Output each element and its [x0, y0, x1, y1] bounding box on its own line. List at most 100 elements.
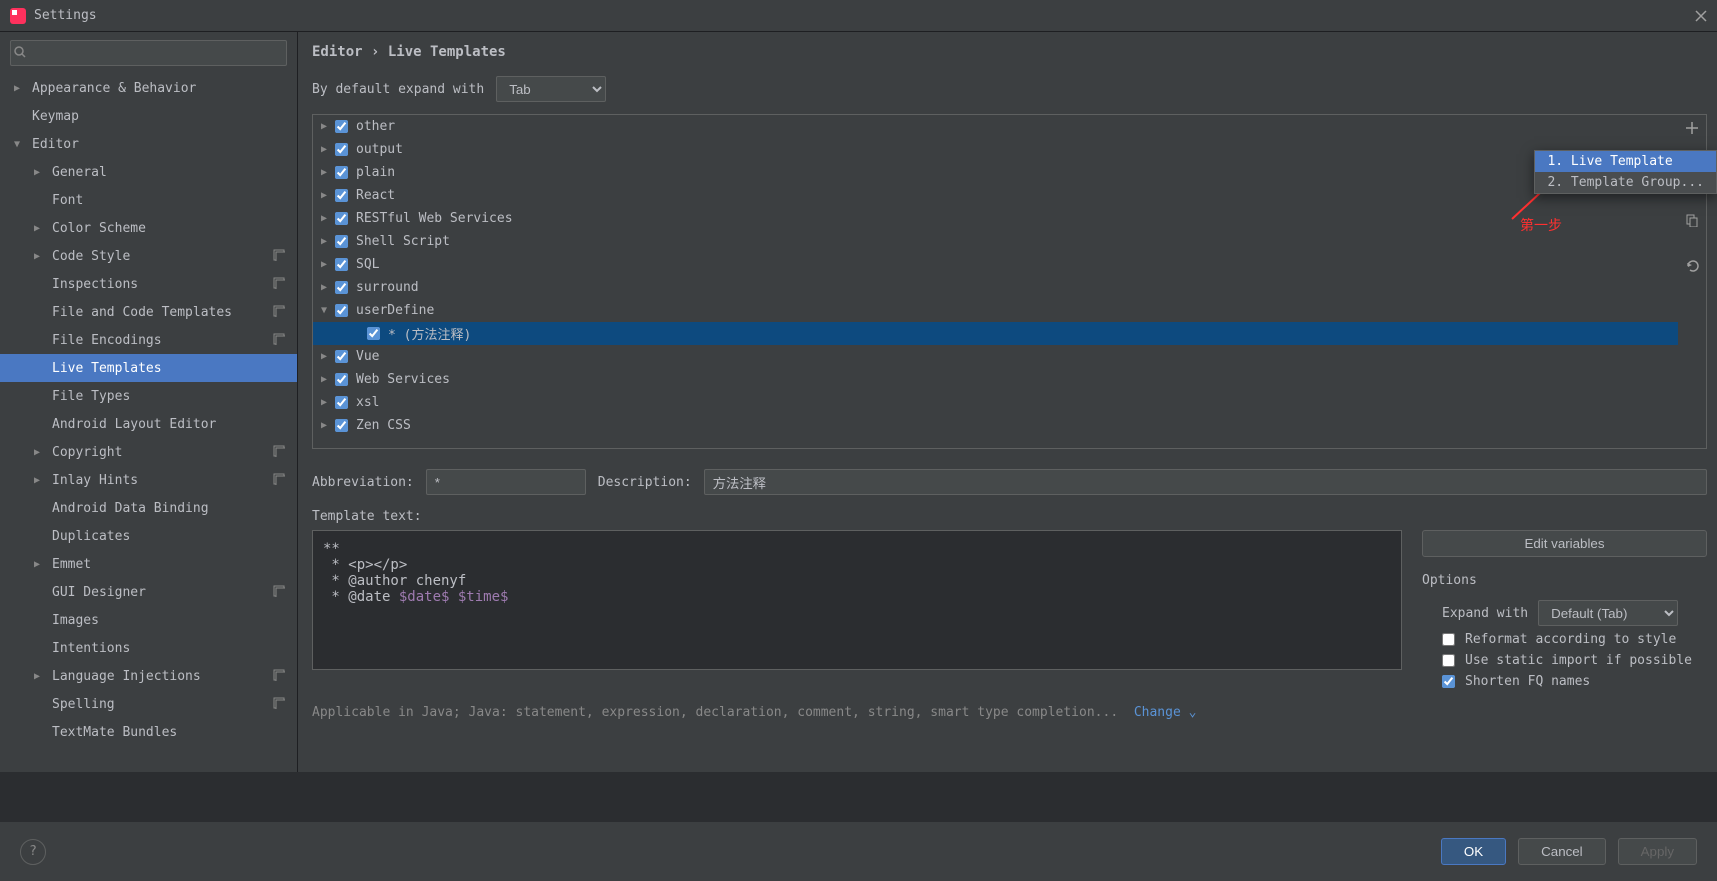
sidebar-item-code-style[interactable]: ▶Code Style [0, 242, 297, 270]
reformat-checkbox[interactable] [1442, 633, 1455, 646]
scope-badge-icon [273, 697, 287, 711]
template-item-label: Vue [356, 349, 379, 364]
sidebar-item-editor[interactable]: ▼Editor [0, 130, 297, 158]
sidebar-item-label: TextMate Bundles [52, 725, 287, 740]
abbreviation-label: Abbreviation: [312, 475, 414, 490]
template-checkbox[interactable] [335, 189, 348, 202]
static-import-checkbox[interactable] [1442, 654, 1455, 667]
sidebar-item-emmet[interactable]: ▶Emmet [0, 550, 297, 578]
sidebar-item-android-data-binding[interactable]: Android Data Binding [0, 494, 297, 522]
sidebar-item-live-templates[interactable]: Live Templates [0, 354, 297, 382]
sidebar-item-font[interactable]: Font [0, 186, 297, 214]
sidebar-item-gui-designer[interactable]: GUI Designer [0, 578, 297, 606]
template-item-label: plain [356, 165, 395, 180]
chevron-icon: ▶ [34, 447, 46, 458]
template-item[interactable]: ▶Web Services [313, 368, 1678, 391]
applicable-text: Applicable in Java; Java: statement, exp… [312, 705, 1118, 720]
search-input[interactable] [10, 40, 287, 66]
template-checkbox[interactable] [335, 166, 348, 179]
copy-button[interactable] [1685, 213, 1699, 231]
sidebar-item-language-injections[interactable]: ▶Language Injections [0, 662, 297, 690]
template-item-label: userDefine [356, 303, 434, 318]
sidebar-item-label: Spelling [52, 697, 273, 712]
template-checkbox[interactable] [335, 258, 348, 271]
template-checkbox[interactable] [335, 373, 348, 386]
template-item[interactable]: ▶ RESTful Web Services [313, 207, 1678, 230]
sidebar-item-intentions[interactable]: Intentions [0, 634, 297, 662]
template-item[interactable]: ▶output [313, 138, 1678, 161]
template-item[interactable]: ▼userDefine [313, 299, 1678, 322]
sidebar-item-spelling[interactable]: Spelling [0, 690, 297, 718]
sidebar-item-android-layout-editor[interactable]: Android Layout Editor [0, 410, 297, 438]
template-item[interactable]: ▶plain [313, 161, 1678, 184]
sidebar-item-keymap[interactable]: Keymap [0, 102, 297, 130]
template-item-label: SQL [356, 257, 379, 272]
sidebar-item-color-scheme[interactable]: ▶Color Scheme [0, 214, 297, 242]
template-item[interactable]: ▶other [313, 115, 1678, 138]
apply-button[interactable]: Apply [1618, 838, 1697, 865]
template-item-label: RESTful Web Services [356, 211, 513, 226]
sidebar-item-inspections[interactable]: Inspections [0, 270, 297, 298]
edit-variables-button[interactable]: Edit variables [1422, 530, 1707, 557]
sidebar-item-duplicates[interactable]: Duplicates [0, 522, 297, 550]
template-checkbox[interactable] [335, 350, 348, 363]
sidebar-item-images[interactable]: Images [0, 606, 297, 634]
static-import-label: Use static import if possible [1465, 653, 1692, 668]
sidebar-item-copyright[interactable]: ▶Copyright [0, 438, 297, 466]
template-text-input[interactable]: ** * <p></p> * @author chenyf * @date $d… [312, 530, 1402, 670]
chevron-icon: ▶ [321, 213, 335, 224]
template-checkbox[interactable] [335, 396, 348, 409]
template-item[interactable]: ▶xsl [313, 391, 1678, 414]
template-item[interactable]: ▶React [313, 184, 1678, 207]
cancel-button[interactable]: Cancel [1518, 838, 1606, 865]
template-item[interactable]: ▶Shell Script [313, 230, 1678, 253]
template-item-label: Web Services [356, 372, 450, 387]
sidebar-item-inlay-hints[interactable]: ▶Inlay Hints [0, 466, 297, 494]
template-checkbox[interactable] [335, 235, 348, 248]
add-button[interactable] [1685, 121, 1699, 139]
popup-template-group[interactable]: 2. Template Group... [1535, 172, 1716, 193]
template-checkbox[interactable] [335, 212, 348, 225]
template-checkbox[interactable] [367, 327, 380, 340]
sidebar-item-label: Android Data Binding [52, 501, 287, 516]
revert-button[interactable] [1685, 259, 1699, 277]
template-checkbox[interactable] [335, 419, 348, 432]
template-item[interactable]: ▶Vue [313, 345, 1678, 368]
abbreviation-input[interactable] [426, 469, 586, 495]
default-expand-label: By default expand with [312, 82, 484, 97]
sidebar-item-file-encodings[interactable]: File Encodings [0, 326, 297, 354]
default-expand-select[interactable]: Tab [496, 76, 606, 102]
template-item-label: surround [356, 280, 419, 295]
sidebar-item-appearance-behavior[interactable]: ▶Appearance & Behavior [0, 74, 297, 102]
app-icon [10, 8, 26, 24]
sidebar-item-general[interactable]: ▶General [0, 158, 297, 186]
shorten-fq-checkbox[interactable] [1442, 675, 1455, 688]
help-button[interactable]: ? [20, 839, 46, 865]
template-checkbox[interactable] [335, 304, 348, 317]
chevron-icon: ▶ [321, 121, 335, 132]
sidebar-item-label: General [52, 165, 287, 180]
template-checkbox[interactable] [335, 281, 348, 294]
template-item-label: React [356, 188, 395, 203]
template-item[interactable]: ▶Zen CSS [313, 414, 1678, 437]
template-item[interactable]: ▶SQL [313, 253, 1678, 276]
template-item-label: Zen CSS [356, 418, 411, 433]
template-checkbox[interactable] [335, 120, 348, 133]
chevron-icon: ▼ [14, 139, 26, 150]
sidebar-item-file-and-code-templates[interactable]: File and Code Templates [0, 298, 297, 326]
scope-badge-icon [273, 333, 287, 347]
sidebar-item-textmate-bundles[interactable]: TextMate Bundles [0, 718, 297, 746]
close-button[interactable] [1691, 6, 1711, 26]
scope-badge-icon [273, 473, 287, 487]
template-list[interactable]: ▶other▶output▶plain▶React▶RESTful Web Se… [313, 115, 1678, 448]
template-checkbox[interactable] [335, 143, 348, 156]
scope-badge-icon [273, 445, 287, 459]
change-link[interactable]: Change ⌄ [1134, 705, 1197, 720]
popup-live-template[interactable]: 1. Live Template [1535, 151, 1716, 172]
expand-with-select[interactable]: Default (Tab) [1538, 600, 1678, 626]
template-item[interactable]: * (方法注释) [313, 322, 1678, 345]
description-input[interactable] [704, 469, 1707, 495]
template-item[interactable]: ▶surround [313, 276, 1678, 299]
ok-button[interactable]: OK [1441, 838, 1506, 865]
sidebar-item-file-types[interactable]: File Types [0, 382, 297, 410]
